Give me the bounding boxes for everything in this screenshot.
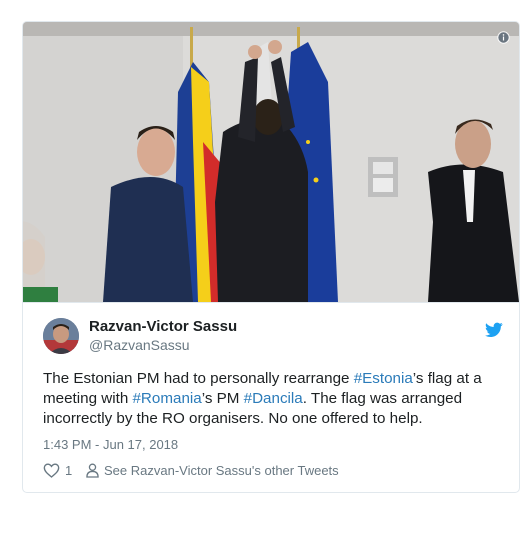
tweet-timestamp[interactable]: 1:43 PM - Jun 17, 2018	[43, 437, 178, 452]
heart-icon	[43, 463, 60, 478]
tweet-header: Razvan-Victor Sassu @RazvanSassu	[43, 318, 503, 358]
text-segment: ’s PM	[201, 390, 244, 407]
like-button[interactable]: 1	[43, 463, 72, 478]
tweet-text: The Estonian PM had to personally rearra…	[43, 369, 513, 429]
other-tweets-link[interactable]: See Razvan-Victor Sassu's other Tweets	[86, 463, 339, 478]
embedded-tweet-card: Razvan-Victor Sassu @RazvanSassu The Est…	[22, 21, 520, 493]
media-divider	[23, 302, 519, 303]
hashtag-dancila[interactable]: #Dancila	[244, 390, 303, 407]
tweet-photo[interactable]	[23, 22, 519, 302]
info-icon[interactable]	[497, 31, 510, 44]
twitter-bird-icon[interactable]	[485, 322, 503, 338]
like-count: 1	[65, 463, 73, 478]
text-segment: The Estonian PM had to personally rearra…	[43, 370, 354, 387]
other-tweets-label: See Razvan-Victor Sassu's other Tweets	[104, 463, 339, 478]
tweet-actions: 1 See Razvan-Victor Sassu's other Tweets	[43, 463, 503, 483]
author-handle[interactable]: @RazvanSassu	[89, 337, 190, 353]
author-display-name[interactable]: Razvan-Victor Sassu	[89, 318, 237, 335]
hashtag-romania[interactable]: #Romania	[132, 390, 201, 407]
person-icon	[86, 463, 99, 478]
hashtag-estonia[interactable]: #Estonia	[354, 370, 413, 387]
photo-scene	[23, 22, 519, 302]
avatar[interactable]	[43, 318, 79, 354]
